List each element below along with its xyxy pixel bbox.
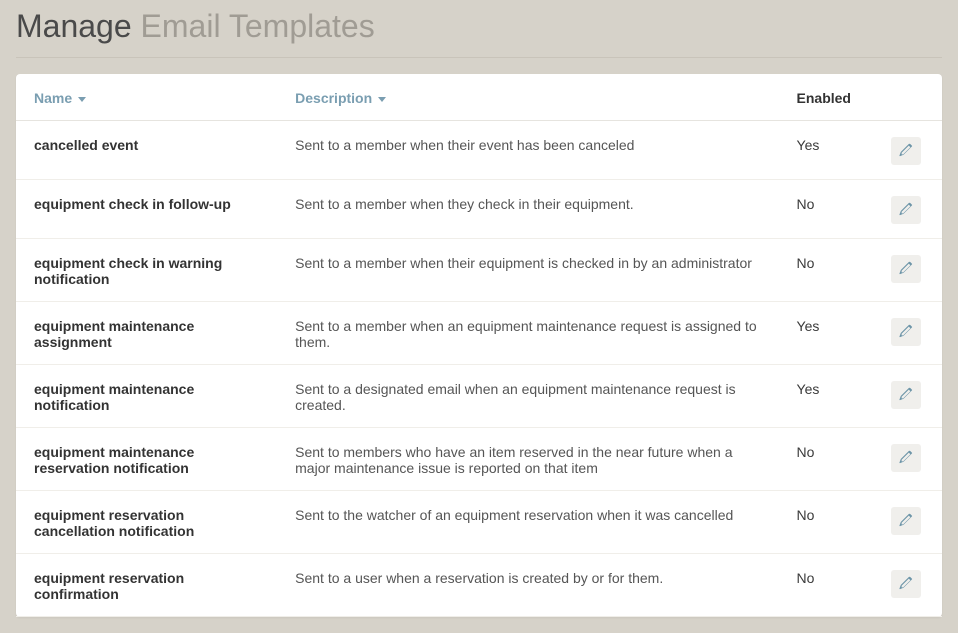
pencil-icon [899, 324, 913, 341]
table-row: equipment check in warning notificationS… [16, 239, 942, 302]
column-header-enabled-label: Enabled [797, 90, 851, 106]
template-actions [873, 302, 942, 365]
template-description: Sent to a member when their equipment is… [277, 239, 778, 302]
table-header-row: Name Description Enabled [16, 74, 942, 121]
template-enabled: No [779, 428, 874, 491]
sort-caret-icon [378, 97, 386, 102]
template-description: Sent to a member when they check in thei… [277, 180, 778, 239]
template-actions [873, 180, 942, 239]
pencil-icon [899, 513, 913, 530]
template-name: equipment maintenance reservation notifi… [16, 428, 277, 491]
edit-button[interactable] [891, 255, 921, 283]
header-divider [16, 57, 942, 58]
page-header: Manage Email Templates [0, 0, 958, 57]
edit-button[interactable] [891, 137, 921, 165]
templates-panel: Name Description Enabled cancelled event… [16, 74, 942, 617]
template-enabled: Yes [779, 302, 874, 365]
table-row: equipment reservation confirmationSent t… [16, 554, 942, 617]
page-title-sub: Email Templates [141, 8, 375, 44]
template-description: Sent to a user when a reservation is cre… [277, 554, 778, 617]
templates-table: Name Description Enabled cancelled event… [16, 74, 942, 617]
page-title-main: Manage [16, 8, 132, 44]
column-header-enabled: Enabled [779, 74, 874, 121]
pencil-icon [899, 387, 913, 404]
template-enabled: Yes [779, 365, 874, 428]
template-enabled: Yes [779, 121, 874, 180]
pencil-icon [899, 143, 913, 160]
template-actions [873, 365, 942, 428]
column-header-description[interactable]: Description [277, 74, 778, 121]
pencil-icon [899, 450, 913, 467]
edit-button[interactable] [891, 444, 921, 472]
edit-button[interactable] [891, 318, 921, 346]
template-enabled: No [779, 554, 874, 617]
template-name: cancelled event [16, 121, 277, 180]
template-description: Sent to the watcher of an equipment rese… [277, 491, 778, 554]
template-description: Sent to a designated email when an equip… [277, 365, 778, 428]
template-description: Sent to a member when an equipment maint… [277, 302, 778, 365]
column-header-description-label: Description [295, 90, 372, 106]
template-enabled: No [779, 239, 874, 302]
edit-button[interactable] [891, 196, 921, 224]
column-header-name[interactable]: Name [16, 74, 277, 121]
table-row: equipment maintenance assignmentSent to … [16, 302, 942, 365]
template-name: equipment check in warning notification [16, 239, 277, 302]
column-header-name-label: Name [34, 90, 72, 106]
template-name: equipment reservation confirmation [16, 554, 277, 617]
template-actions [873, 554, 942, 617]
template-name: equipment check in follow-up [16, 180, 277, 239]
template-description: Sent to members who have an item reserve… [277, 428, 778, 491]
table-row: equipment maintenance reservation notifi… [16, 428, 942, 491]
pencil-icon [899, 261, 913, 278]
pencil-icon [899, 202, 913, 219]
table-row: equipment reservation cancellation notif… [16, 491, 942, 554]
pencil-icon [899, 576, 913, 593]
template-name: equipment maintenance notification [16, 365, 277, 428]
table-row: equipment maintenance notificationSent t… [16, 365, 942, 428]
template-actions [873, 121, 942, 180]
table-row: equipment check in follow-upSent to a me… [16, 180, 942, 239]
edit-button[interactable] [891, 381, 921, 409]
page-title: Manage Email Templates [16, 8, 942, 45]
template-actions [873, 428, 942, 491]
edit-button[interactable] [891, 570, 921, 598]
template-description: Sent to a member when their event has be… [277, 121, 778, 180]
template-name: equipment reservation cancellation notif… [16, 491, 277, 554]
table-row: cancelled eventSent to a member when the… [16, 121, 942, 180]
template-actions [873, 491, 942, 554]
sort-caret-icon [78, 97, 86, 102]
edit-button[interactable] [891, 507, 921, 535]
template-actions [873, 239, 942, 302]
template-enabled: No [779, 180, 874, 239]
column-header-actions [873, 74, 942, 121]
template-name: equipment maintenance assignment [16, 302, 277, 365]
template-enabled: No [779, 491, 874, 554]
